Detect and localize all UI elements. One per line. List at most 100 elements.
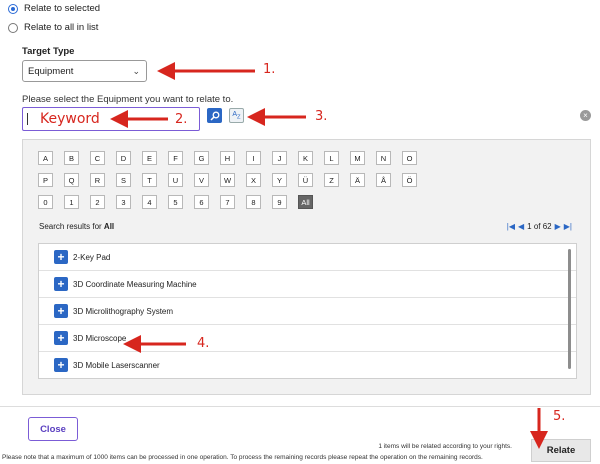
alphabet-key[interactable]: 8 [246,195,261,209]
chevron-down-icon: ⌄ [132,65,140,76]
search-input[interactable]: Keyword [22,107,200,131]
alphabet-key[interactable]: B [64,151,79,165]
alphabet-key[interactable]: 9 [272,195,287,209]
annotation-label: 3. [315,109,328,124]
list-item[interactable]: +3D Microscope [39,325,576,352]
list-item[interactable]: +3D Mobile Laserscanner [39,352,576,378]
alphabet-key[interactable]: S [116,173,131,187]
alphabet-key[interactable]: All [298,195,313,209]
alphabet-key[interactable]: K [298,151,313,165]
close-button[interactable]: Close [28,417,78,441]
radio-label: Relate to selected [24,3,101,14]
list-item[interactable]: +2-Key Pad [39,244,576,271]
search-button[interactable] [207,108,222,123]
first-page-icon[interactable]: |◀ [507,222,515,231]
alphabet-key[interactable]: 4 [142,195,157,209]
list-item-label: 3D Coordinate Measuring Machine [73,279,197,289]
relate-button[interactable]: Relate [531,439,591,462]
pager-text: 1 of 62 [527,222,552,231]
alphabet-key[interactable]: F [168,151,183,165]
radio-button[interactable] [8,3,18,14]
sort-az-button[interactable]: AZ [229,108,244,123]
alphabet-key[interactable]: Q [64,173,79,187]
alphabet-key[interactable]: V [194,173,209,187]
alphabet-key[interactable]: N [376,151,391,165]
last-page-icon[interactable]: ▶| [564,222,572,231]
alphabet-key[interactable]: T [142,173,157,187]
results-filter: All [103,222,115,231]
alphabet-key[interactable]: Å [376,173,391,187]
plus-icon[interactable]: + [54,277,68,291]
radio-button[interactable] [8,22,18,33]
plus-icon[interactable]: + [54,250,68,264]
alphabet-key[interactable]: Z [324,173,339,187]
results-label: Search results for All [39,222,114,231]
list-scrollbar[interactable] [568,249,571,369]
annotation-label: 4. [197,336,210,351]
alphabet-key[interactable]: C [90,151,105,165]
list-item-label: 2-Key Pad [73,252,111,262]
alphabet-key[interactable]: L [324,151,339,165]
alphabet-key[interactable]: 5 [168,195,183,209]
alphabet-key[interactable]: M [350,151,365,165]
radio-label: Relate to all in list [24,22,99,33]
list-item-label: 3D Mobile Laserscanner [73,360,160,370]
results-label-prefix: Search results for [39,222,104,231]
plus-icon[interactable]: + [54,358,68,372]
alphabet-key[interactable]: U [168,173,183,187]
alphabet-key[interactable]: Ä [350,173,365,187]
alphabet-row: PQRSTUVWXYÜZÄÅÖ [38,173,417,187]
alphabet-key[interactable]: O [402,151,417,165]
alphabet-key[interactable]: J [272,151,287,165]
plus-icon[interactable]: + [54,304,68,318]
list-item-label: 3D Microlithography System [73,306,174,316]
alphabet-key[interactable]: E [142,151,157,165]
alphabet-key[interactable]: P [38,173,53,187]
alphabet-key[interactable]: X [246,173,261,187]
clear-button[interactable]: × [580,110,591,121]
annotation-label: 2. [175,112,188,127]
close-icon: × [583,111,588,120]
alphabet-row: ABCDEFGHIJKLMNO [38,151,417,165]
alphabet-key[interactable]: R [90,173,105,187]
alphabet-key[interactable]: 2 [90,195,105,209]
next-page-icon[interactable]: ▶ [555,222,561,231]
sort-az-icon: AZ [232,110,241,121]
alphabet-key[interactable]: H [220,151,235,165]
search-input-value: Keyword [40,111,100,127]
alphabet-key[interactable]: 0 [38,195,53,209]
annotation-label: 5. [553,409,566,424]
text-caret [27,113,28,125]
results-list: +2-Key Pad +3D Coordinate Measuring Mach… [38,243,577,379]
alphabet-key[interactable]: 7 [220,195,235,209]
alphabet-key[interactable]: G [194,151,209,165]
alphabet-key[interactable]: Ö [402,173,417,187]
pager: |◀ ◀ 1 of 62 ▶ ▶| [507,222,572,231]
alphabet-key[interactable]: W [220,173,235,187]
list-item-label: 3D Microscope [73,333,127,343]
radio-relate-selected[interactable]: Relate to selected [8,3,100,14]
target-type-label: Target Type [22,46,75,57]
list-item[interactable]: +3D Microlithography System [39,298,576,325]
footer-divider [0,406,600,407]
alphabet-key[interactable]: I [246,151,261,165]
alphabet-key[interactable]: D [116,151,131,165]
alphabet-row: 0 1 2 3 4 5 6 7 8 9 All [38,195,313,209]
list-item[interactable]: +3D Coordinate Measuring Machine [39,271,576,298]
search-hint: Please select the Equipment you want to … [22,94,234,105]
radio-relate-all[interactable]: Relate to all in list [8,22,98,33]
prev-page-icon[interactable]: ◀ [518,222,524,231]
alphabet-key[interactable]: A [38,151,53,165]
plus-icon[interactable]: + [54,331,68,345]
annotation-label: 1. [263,62,276,77]
rights-info: 1 items will be related according to you… [378,443,512,450]
limit-info: Please note that a maximum of 1000 items… [2,454,483,461]
alphabet-key[interactable]: 1 [64,195,79,209]
alphabet-key[interactable]: Ü [298,173,313,187]
alphabet-key[interactable]: 3 [116,195,131,209]
search-icon [209,111,219,121]
target-type-select[interactable]: Equipment ⌄ [22,60,147,82]
alphabet-key[interactable]: Y [272,173,287,187]
alphabet-key[interactable]: 6 [194,195,209,209]
target-type-value: Equipment [28,65,74,77]
